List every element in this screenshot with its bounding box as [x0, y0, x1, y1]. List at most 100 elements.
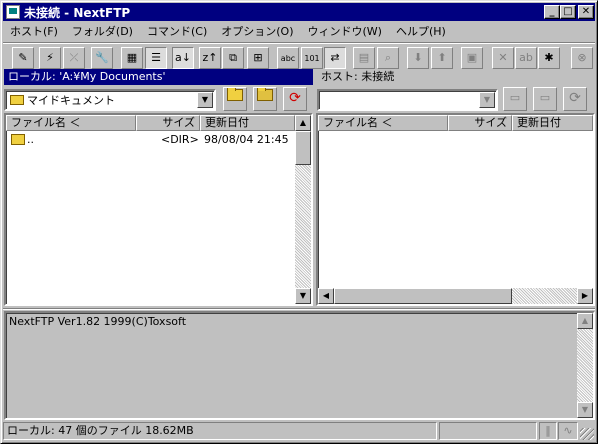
disconnect-icon: ⤫ [69, 51, 79, 64]
menu-command[interactable]: コマンド(C) [140, 23, 214, 39]
folder-up-icon [257, 88, 273, 101]
settings-wrench-icon: 🔧 [95, 51, 109, 64]
menu-help[interactable]: ヘルプ(H) [389, 23, 453, 39]
window-title: 未接続 - NextFTP [24, 5, 131, 20]
scroll-down-icon[interactable]: ▼ [295, 288, 311, 304]
chevron-down-icon[interactable]: ▼ [197, 92, 213, 108]
menu-host[interactable]: ホスト(F) [3, 23, 65, 39]
menu-option[interactable]: オプション(O) [214, 23, 300, 39]
title-bar[interactable]: 未接続 - NextFTP _ □ ✕ [3, 3, 595, 21]
connect-button[interactable]: ✎ [12, 47, 34, 69]
folder-up-icon: ▭ [539, 91, 551, 104]
quick-connect-button[interactable]: ⚡ [39, 47, 61, 69]
large-icons-view-icon: ▦ [126, 51, 138, 64]
remote-folder-combo[interactable]: ▼ [317, 89, 498, 111]
local-vscrollbar[interactable]: ▲ ▼ [295, 115, 311, 304]
remote-col-size[interactable]: サイズ [448, 115, 512, 131]
connect-icon: ✎ [18, 51, 28, 64]
local-col-size[interactable]: サイズ [136, 115, 200, 131]
log-vscrollbar[interactable]: ▲ ▼ [577, 313, 593, 418]
upload-icon: ⬆ [437, 51, 447, 64]
table-row[interactable]: .. <DIR> 98/08/04 21:45 [6, 132, 295, 148]
maximize-icon: □ [563, 6, 573, 17]
close-button[interactable]: ✕ [578, 5, 594, 19]
transfer-graph-icon: ∿ [558, 422, 578, 440]
remote-col-name[interactable]: ファイル名 ＜ [318, 115, 448, 131]
menu-window[interactable]: ウィンドウ(W) [301, 23, 389, 39]
text-mode-button[interactable]: abc [277, 47, 299, 69]
scroll-thumb[interactable] [295, 131, 311, 165]
minimize-button[interactable]: _ [544, 5, 560, 19]
resize-grip-icon[interactable] [580, 428, 594, 440]
menu-bar: ホスト(F) フォルダ(D) コマンド(C) オプション(O) ウィンドウ(W)… [3, 22, 595, 40]
parent-folder-button[interactable] [253, 87, 277, 111]
sort-descending-icon: z↑ [202, 51, 218, 64]
log-pane[interactable]: NextFTP Ver1.82 1999(C)Toxsoft ▲ ▼ [4, 311, 595, 420]
disconnect-button[interactable]: ⤫ [63, 47, 85, 69]
remote-file-list[interactable]: ファイル名 ＜ サイズ 更新日付 ◀ ▶ [316, 113, 595, 306]
details-view-button[interactable]: ☰ [145, 47, 167, 69]
parent-folder-icon [11, 134, 25, 145]
refresh-local-button[interactable]: ⟳ [283, 87, 307, 111]
log-line: NextFTP Ver1.82 1999(C)Toxsoft [9, 315, 187, 328]
remote-col-date[interactable]: 更新日付 [512, 115, 593, 131]
large-icons-view-button[interactable]: ▦ [121, 47, 143, 69]
remote-parent-button[interactable]: ▭ [533, 87, 557, 111]
download-button[interactable]: ⬇ [407, 47, 429, 69]
delete-button[interactable]: ✕ [492, 47, 514, 69]
find-icon: ⌕ [384, 51, 392, 64]
folder-open-icon: ▭ [509, 91, 521, 104]
auto-mode-icon: ⇄ [330, 51, 340, 64]
local-folder-combo[interactable]: マイドキュメント ▼ [4, 89, 216, 111]
new-folder-icon: ✱ [544, 51, 554, 64]
toolbar: ✎ ⚡ ⤫ 🔧 ▦ ☰ a↓ z↑ ⧉ ⊞ abc 101 ⇄ ▤ ⌕ ⬇ ⬆ ▣ ✕ ab ✱ ⊗ [3, 42, 595, 70]
local-col-name[interactable]: ファイル名 ＜ [6, 115, 136, 131]
copy-windows-icon: ⧉ [229, 51, 237, 64]
tile-windows-button[interactable]: ⊞ [247, 47, 269, 69]
sort-ascending-button[interactable]: a↓ [172, 47, 194, 69]
scroll-up-icon[interactable]: ▲ [295, 115, 311, 131]
maximize-button[interactable]: □ [560, 5, 576, 19]
rename-button[interactable]: ab [515, 47, 537, 69]
properties-icon: ▣ [466, 51, 478, 64]
scroll-left-icon[interactable]: ◀ [318, 288, 334, 304]
binary-mode-icon: 101 [304, 54, 320, 63]
upload-button[interactable]: ⬆ [431, 47, 453, 69]
settings-wrench-button[interactable]: 🔧 [91, 47, 113, 69]
refresh-icon: ⟳ [289, 90, 301, 106]
minimize-icon: _ [549, 6, 555, 17]
local-col-date[interactable]: 更新日付 [200, 115, 295, 131]
download-icon: ⬇ [413, 51, 423, 64]
scroll-right-icon[interactable]: ▶ [577, 288, 593, 304]
tile-windows-icon: ⊞ [253, 51, 263, 64]
sort-descending-button[interactable]: z↑ [199, 47, 221, 69]
scroll-up-icon[interactable]: ▲ [577, 313, 593, 329]
new-folder-button[interactable]: ✱ [538, 47, 560, 69]
splitter[interactable] [3, 308, 595, 310]
find-button[interactable]: ⌕ [377, 47, 399, 69]
remote-refresh-button[interactable]: ⟳ [563, 87, 587, 111]
local-pane-label: ローカル: 'A:¥My Documents' [4, 69, 313, 85]
text-mode-icon: abc [280, 54, 296, 63]
chevron-down-icon[interactable]: ▼ [479, 92, 495, 108]
stop-button[interactable]: ⊗ [571, 47, 593, 69]
remote-hscrollbar[interactable]: ◀ ▶ [318, 288, 593, 304]
my-documents-folder-icon [10, 95, 24, 105]
binary-mode-button[interactable]: 101 [301, 47, 323, 69]
scroll-down-icon[interactable]: ▼ [577, 402, 593, 418]
browse-folder-button[interactable] [223, 87, 247, 111]
scroll-thumb[interactable] [334, 288, 512, 304]
quick-connect-icon: ⚡ [46, 51, 54, 64]
remote-pane-label: ホスト: 未接続 [321, 70, 395, 83]
menu-folder[interactable]: フォルダ(D) [65, 23, 140, 39]
properties-button[interactable]: ▣ [461, 47, 483, 69]
local-file-list[interactable]: ファイル名 ＜ サイズ 更新日付 .. <DIR> 98/08/04 21:45… [4, 113, 313, 306]
server-icon: ▤ [358, 51, 370, 64]
copy-windows-button[interactable]: ⧉ [222, 47, 244, 69]
local-folder-value: マイドキュメント [27, 94, 115, 107]
remote-browse-button[interactable]: ▭ [503, 87, 527, 111]
auto-mode-button[interactable]: ⇄ [324, 47, 346, 69]
transfer-pause-icon: ‖ [539, 422, 557, 440]
server-button[interactable]: ▤ [353, 47, 375, 69]
app-icon[interactable] [6, 5, 20, 19]
